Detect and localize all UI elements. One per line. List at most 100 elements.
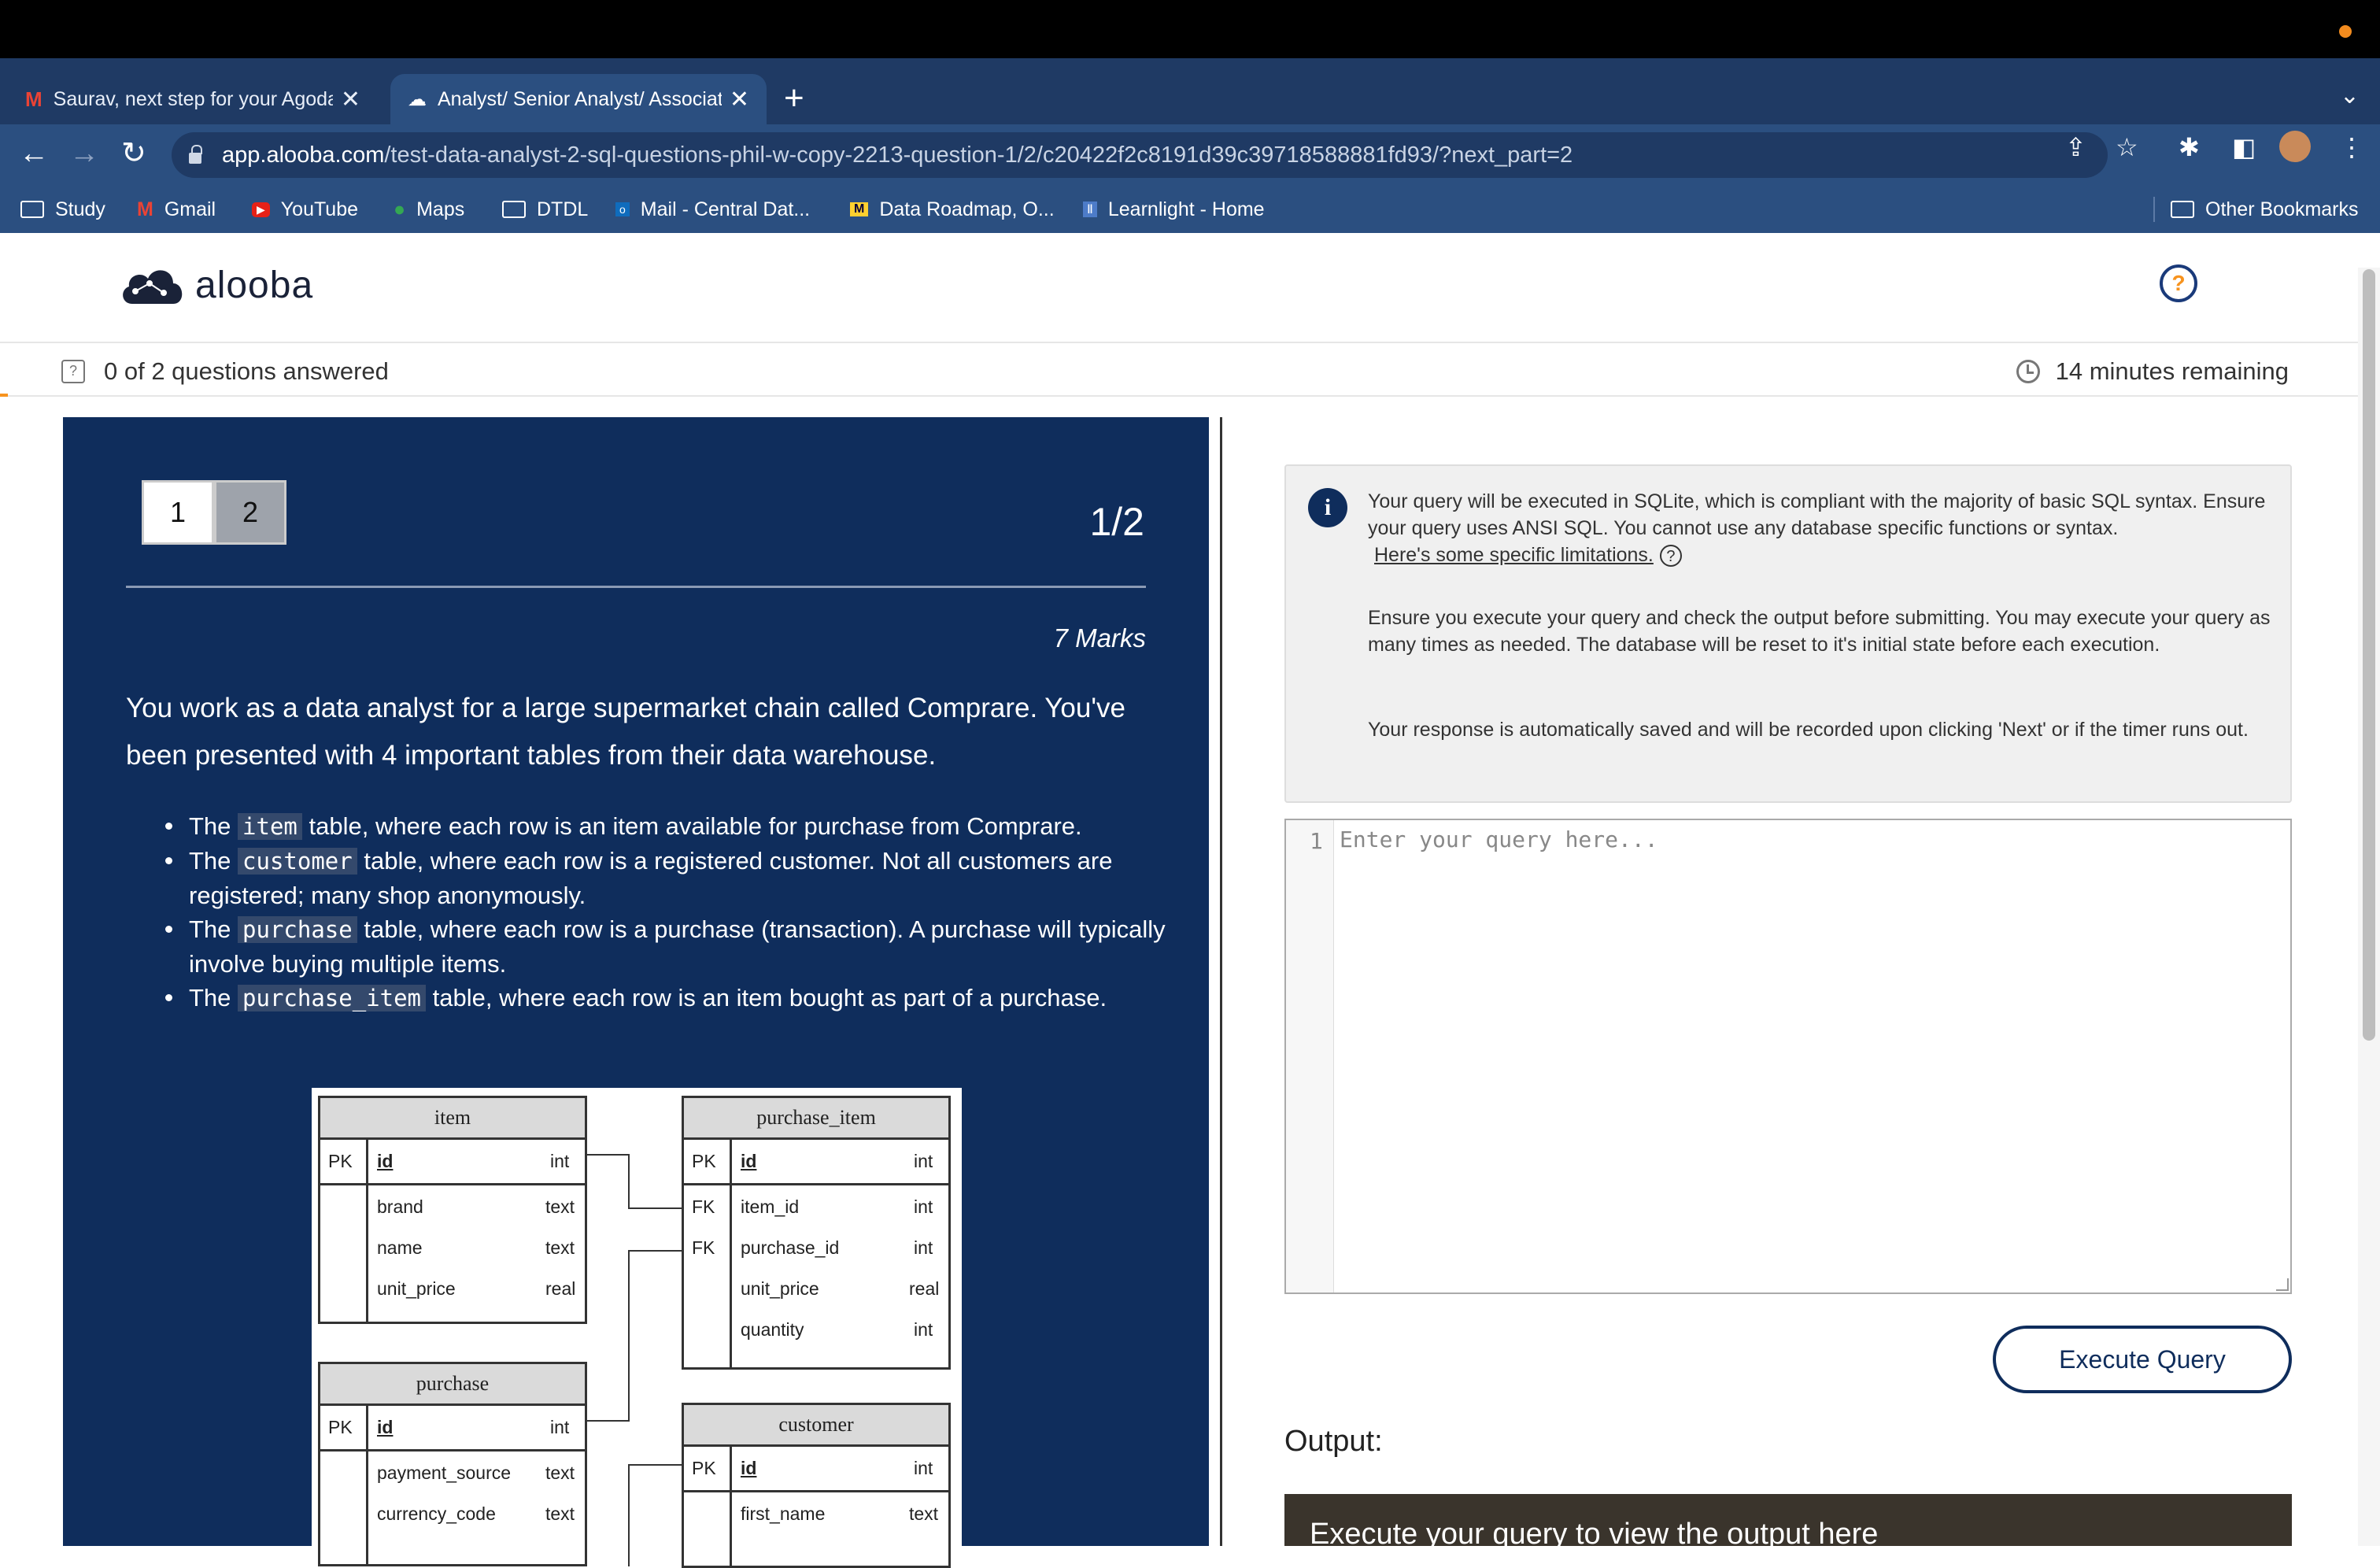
bookmark-dtdl[interactable]: DTDL (502, 186, 588, 233)
entity-row: quantity int (741, 1319, 933, 1340)
close-tab-icon[interactable]: ✕ (341, 86, 360, 113)
entity-row: FK purchase_id int (692, 1237, 933, 1258)
back-icon[interactable]: ← (19, 134, 49, 173)
relationship-line (628, 1464, 630, 1566)
execute-query-button[interactable]: Execute Query (1993, 1326, 2292, 1393)
bookmark-maps[interactable]: ● Maps (394, 186, 464, 233)
question-nav-2[interactable]: 2 (214, 480, 286, 545)
output-panel: Execute your query to view the output he… (1284, 1494, 2292, 1546)
tab-strip: M Saurav, next step for your Agoda appli… (0, 58, 2380, 124)
question-icon: ? (61, 360, 85, 383)
logo-text: alooba (195, 264, 314, 306)
bookmark-learnlight[interactable]: Ⅱ Learnlight - Home (1083, 186, 1265, 233)
entity-row: PK id int (320, 1406, 585, 1452)
page-scrollbar[interactable] (2358, 268, 2380, 1546)
resize-handle[interactable] (2276, 1278, 2289, 1291)
forward-icon[interactable]: → (69, 134, 99, 173)
timer: 14 minutes remaining (2016, 357, 2289, 386)
question-intro: You work as a data analyst for a large s… (126, 693, 1125, 771)
url-text[interactable]: app.alooba.com/test-data-analyst-2-sql-q… (222, 142, 1572, 168)
bookmark-study[interactable]: Study (20, 186, 105, 233)
relationship-line (628, 1207, 682, 1209)
entity-row: PK id int (684, 1447, 948, 1492)
outlook-icon: o (615, 202, 630, 216)
profile-avatar[interactable] (2279, 131, 2311, 162)
extensions-icon[interactable]: ✱ (2179, 132, 2200, 162)
clock-icon (2016, 360, 2040, 383)
maps-pin-icon: ● (394, 198, 406, 220)
alooba-favicon-icon: ☁ (408, 88, 427, 110)
youtube-icon: ▶ (252, 202, 270, 217)
question-number: 1/2 (1089, 500, 1144, 544)
help-icon[interactable]: ? (2160, 264, 2197, 302)
alooba-logo[interactable]: alooba (118, 260, 313, 310)
bookmark-data-roadmap[interactable]: M Data Roadmap, O... (850, 186, 1055, 233)
list-item: The purchase table, where each row is a … (165, 912, 1188, 981)
line-gutter: 1 (1286, 820, 1334, 1292)
tab-search-icon[interactable]: ⌄ (2340, 82, 2360, 109)
entity-row: brand text (377, 1196, 575, 1217)
relationship-line (628, 1154, 630, 1209)
entity-title: purchase (320, 1364, 585, 1406)
side-panel-icon[interactable]: ◧ (2232, 132, 2256, 162)
question-marks: 7 Marks (1053, 623, 1146, 653)
question-nav-1[interactable]: 1 (142, 480, 214, 545)
list-item: The customer table, where each row is a … (165, 844, 1188, 912)
close-tab-icon[interactable]: ✕ (730, 86, 749, 113)
panel-divider (1220, 417, 1222, 1546)
output-placeholder: Execute your query to view the output he… (1310, 1518, 1879, 1546)
divider (126, 586, 1146, 588)
question-navigation: 1 2 (142, 480, 286, 545)
entity-row: currency_code text (377, 1503, 575, 1524)
entity-row: PK id int (320, 1140, 585, 1185)
entity-title: purchase_item (684, 1098, 948, 1140)
progress-bar: ? 0 of 2 questions answered 14 minutes r… (0, 346, 2361, 397)
omnibox[interactable]: app.alooba.com/test-data-analyst-2-sql-q… (172, 132, 2108, 178)
cloud-network-icon (123, 270, 183, 304)
question-panel: 1 2 1/2 7 Marks You work as a data analy… (63, 417, 1209, 1568)
questions-answered: ? 0 of 2 questions answered (61, 357, 389, 386)
relationship-line (628, 1250, 682, 1252)
recording-indicator (2339, 25, 2352, 38)
menu-kebab-icon[interactable]: ⋮ (2339, 132, 2364, 162)
query-editor[interactable]: 1 (1284, 819, 2292, 1294)
system-top-bar (0, 0, 2380, 58)
relationship-line (587, 1420, 628, 1422)
folder-icon (2171, 201, 2194, 218)
tab-alooba[interactable]: ☁ Analyst/ Senior Analyst/ Associate ✕ (390, 74, 767, 124)
list-item: The item table, where each row is an ite… (165, 809, 1188, 844)
entity-item: item PK id int brand text name text unit_pri… (318, 1096, 587, 1324)
bookmark-gmail[interactable]: M Gmail (137, 186, 216, 233)
reload-icon[interactable]: ↻ (121, 134, 146, 173)
address-bar-row: ← → ↻ app.alooba.com/test-data-analyst-2… (0, 124, 2380, 186)
relationship-line (628, 1464, 682, 1466)
bookmark-youtube[interactable]: ▶ YouTube (252, 186, 358, 233)
limitations-link[interactable]: Here's some specific limitations. (1374, 544, 1654, 566)
entity-row: payment_source text (377, 1463, 575, 1483)
tab-title: Saurav, next step for your Agoda applica… (53, 87, 333, 110)
list-item: The purchase_item table, where each row … (165, 981, 1188, 1015)
er-diagram: item PK id int brand text name text unit_pri… (312, 1088, 962, 1568)
code-purchase-item: purchase_item (238, 985, 427, 1011)
entity-row: name text (377, 1237, 575, 1258)
scrollbar-thumb[interactable] (2363, 269, 2375, 1041)
query-input[interactable] (1340, 827, 2281, 1283)
tab-title: Analyst/ Senior Analyst/ Associate (438, 87, 722, 110)
table-descriptions: The item table, where each row is an ite… (165, 809, 1188, 1015)
new-tab-button[interactable]: + (784, 79, 804, 118)
miro-icon: M (850, 202, 869, 216)
bookmark-star-icon[interactable]: ☆ (2116, 132, 2138, 162)
tab-gmail[interactable]: M Saurav, next step for your Agoda appli… (8, 74, 378, 124)
help-circle-icon[interactable]: ? (1659, 545, 1682, 567)
relationship-line (587, 1154, 628, 1156)
code-customer: customer (238, 848, 357, 875)
gmail-icon: M (25, 87, 42, 111)
entity-purchase-item: purchase_item PK id int FK item_id int FK pur… (682, 1096, 951, 1370)
other-bookmarks[interactable]: Other Bookmarks (2171, 186, 2359, 233)
bookmark-mail[interactable]: o Mail - Central Dat... (615, 186, 810, 233)
learnlight-icon: Ⅱ (1083, 202, 1097, 217)
instructions-paragraph: Your query will be executed in SQLite, w… (1368, 490, 2266, 567)
bookmarks-bar: Study M Gmail ▶ YouTube ● Maps DTDL o Mail -… (0, 186, 2380, 233)
line-number: 1 (1310, 828, 1323, 854)
share-icon[interactable]: ⇪ (2065, 132, 2086, 162)
